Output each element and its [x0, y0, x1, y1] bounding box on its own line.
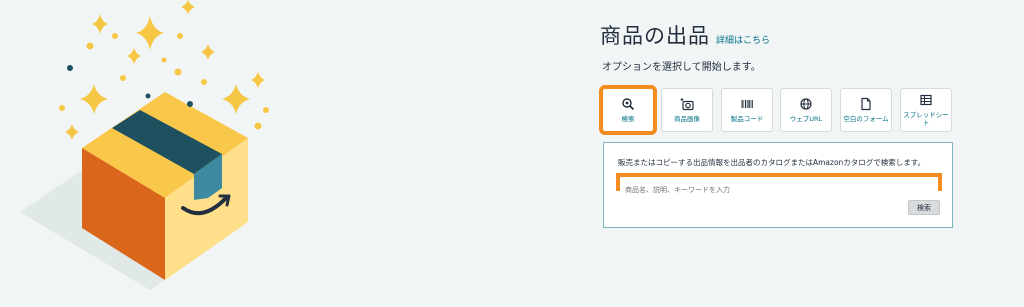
tab-blank-form[interactable]: 空白のフォーム [840, 88, 892, 132]
tab-label: スプレッドシート [903, 111, 949, 127]
spreadsheet-icon [920, 94, 932, 106]
camera-sparkle-icon [680, 97, 694, 111]
barcode-icon [741, 100, 753, 108]
details-link[interactable]: 詳細はこちら [716, 33, 770, 46]
search-panel: 販売またはコピーする出品情報を出品者のカタログまたはAmazonカタログで検索し… [603, 142, 953, 228]
listing-option-tabs: 検索 商品画像 製品コード ウェブURL 空白のフォーム スプレッドシート [599, 85, 960, 135]
tab-web-url[interactable]: ウェブURL [780, 88, 832, 132]
tab-spreadsheet[interactable]: スプレッドシート [900, 88, 952, 132]
page-subtitle: オプションを選択して開始します。 [602, 62, 761, 73]
document-icon [861, 97, 871, 111]
tab-label: ウェブURL [789, 115, 823, 123]
listing-panel: 商品の出品 詳細はこちら オプションを選択して開始します。 検索 商品画像 製品… [599, 20, 960, 228]
search-icon [622, 98, 635, 111]
search-input[interactable] [620, 185, 938, 195]
search-description: 販売またはコピーする出品情報を出品者のカタログまたはAmazonカタログで検索し… [618, 158, 926, 167]
tab-label: 空白のフォーム [843, 115, 889, 123]
tab-label: 検索 [621, 115, 635, 123]
tab-label: 製品コード [730, 115, 764, 123]
tab-label: 商品画像 [674, 115, 700, 123]
search-input-wrapper [616, 173, 942, 195]
globe-icon [800, 98, 812, 110]
tab-product-image[interactable]: 商品画像 [661, 88, 713, 132]
tab-search[interactable]: 検索 [599, 85, 657, 135]
page-title: 商品の出品 [600, 24, 710, 48]
search-button[interactable]: 検索 [908, 200, 940, 215]
tab-product-code[interactable]: 製品コード [721, 88, 773, 132]
package-illustration [20, 0, 269, 290]
